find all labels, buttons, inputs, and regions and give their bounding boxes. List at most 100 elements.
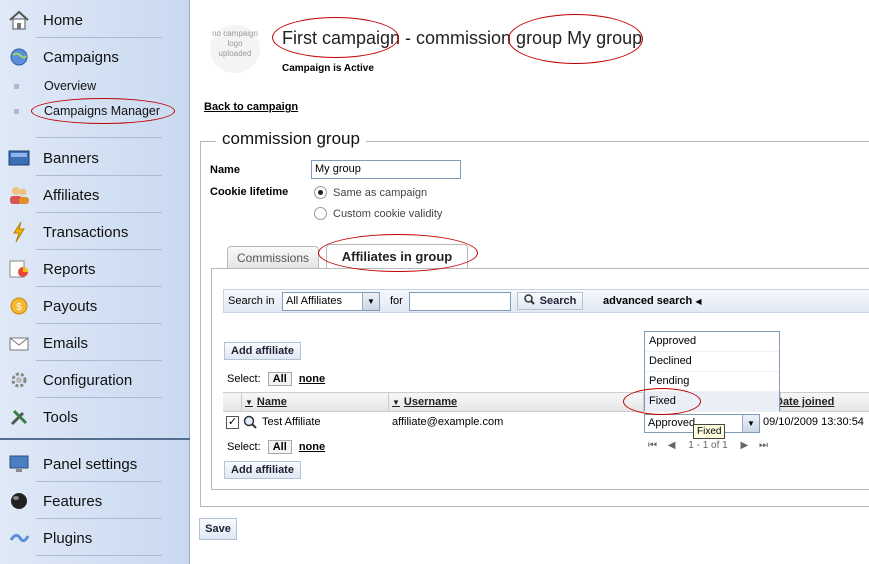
column-header-name[interactable]: ▼ Name [245, 396, 287, 408]
search-scope-value: All Affiliates [286, 295, 343, 307]
divider [36, 360, 162, 361]
search-button[interactable]: Search [517, 292, 583, 310]
back-to-campaign-link[interactable]: Back to campaign [204, 101, 298, 113]
nav-emails-label: Emails [43, 334, 89, 352]
save-button[interactable]: Save [199, 518, 237, 540]
nav-panel-settings[interactable]: Panel settings [0, 446, 170, 482]
fieldset-legend: commission group [216, 129, 366, 149]
nav-sub-overview[interactable]: Overview [0, 76, 96, 96]
nav-campaigns[interactable]: Campaigns [0, 39, 170, 75]
nav-plugins[interactable]: Plugins [0, 520, 170, 556]
nav-sub-campaigns-manager-label: Campaigns Manager [44, 104, 161, 118]
row-checkbox[interactable]: ✓ [226, 416, 239, 429]
nav-payouts-label: Payouts [43, 297, 98, 315]
chevron-down-icon[interactable]: ▼ [362, 293, 379, 310]
row-status-value: Approved [648, 417, 696, 429]
coin-icon: $ [6, 295, 32, 317]
nav-sub-overview-label: Overview [44, 79, 97, 93]
section-divider [0, 438, 190, 440]
nav-campaigns-label: Campaigns [43, 48, 119, 66]
nav-banners-label: Banners [43, 149, 99, 167]
divider [36, 175, 162, 176]
select-all-button[interactable]: All [267, 372, 292, 386]
bullet-icon [14, 83, 19, 89]
tab-affiliates-in-group[interactable]: Affiliates in group [326, 244, 468, 268]
main-content: no campaign logo uploaded First campaign… [190, 0, 869, 564]
divider [36, 249, 162, 250]
home-icon [6, 9, 32, 31]
nav-sub-campaigns-manager[interactable]: Campaigns Manager [0, 101, 160, 121]
globe-icon [6, 46, 32, 68]
search-input[interactable] [409, 292, 511, 311]
nav-transactions-label: Transactions [43, 223, 129, 241]
next-page-icon[interactable]: ▶ [741, 440, 749, 451]
select-all-button[interactable]: All [267, 440, 292, 454]
search-scope-select[interactable]: All Affiliates ▼ [282, 292, 380, 311]
add-affiliate-button[interactable]: Add affiliate [224, 342, 301, 360]
nav-reports-label: Reports [43, 260, 96, 278]
cookie-lifetime-label: Cookie lifetime [210, 186, 289, 198]
lightning-icon [6, 221, 32, 243]
column-divider [388, 393, 389, 412]
divider [36, 137, 162, 138]
divider [36, 555, 162, 556]
reports-icon [6, 258, 32, 280]
status-option-pending[interactable]: Pending [645, 372, 779, 392]
group-name-input[interactable]: My group [311, 160, 461, 179]
tab-commissions[interactable]: Commissions [227, 246, 319, 268]
search-in-label: Search in [228, 295, 275, 307]
prev-page-icon[interactable]: ◀ [668, 440, 676, 451]
magnifier-icon [523, 294, 535, 308]
row-date-joined: 09/10/2009 13:30:54 [763, 416, 864, 428]
nav-emails[interactable]: Emails [0, 325, 170, 361]
nav-tools-label: Tools [43, 408, 79, 426]
name-label: Name [210, 164, 240, 176]
status-option-approved[interactable]: Approved [645, 332, 779, 352]
nav-reports[interactable]: Reports [0, 251, 170, 287]
row-name: Test Affiliate [262, 416, 321, 428]
select-none-link[interactable]: none [299, 441, 325, 453]
nav-banners[interactable]: Banners [0, 140, 170, 176]
radio-custom-cookie[interactable] [314, 207, 327, 220]
column-header-username-label: Username [403, 396, 458, 408]
pager-info: 1 - 1 of 1 [688, 440, 728, 451]
column-header-username[interactable]: ▼ Username [392, 396, 457, 408]
divider [36, 481, 162, 482]
campaign-logo-placeholder: no campaign logo uploaded [210, 25, 260, 73]
nav-configuration-label: Configuration [43, 371, 133, 389]
monitor-icon [6, 453, 32, 475]
nav-affiliates[interactable]: Affiliates [0, 177, 170, 213]
column-header-name-label: Name [256, 396, 287, 408]
nav-home-label: Home [43, 11, 84, 29]
status-option-fixed[interactable]: Fixed [645, 392, 779, 412]
nav-features[interactable]: Features [0, 483, 170, 519]
nav-tools[interactable]: Tools [0, 399, 170, 435]
radio-custom-label: Custom cookie validity [333, 208, 443, 220]
first-page-icon[interactable]: ⏮ [648, 440, 657, 451]
status-option-declined[interactable]: Declined [645, 352, 779, 372]
nav-affiliates-label: Affiliates [43, 186, 100, 204]
svg-text:$: $ [16, 302, 22, 313]
select-none-link[interactable]: none [299, 373, 325, 385]
column-divider [241, 393, 242, 412]
envelope-icon [6, 332, 32, 354]
add-affiliate-button-bottom[interactable]: Add affiliate [224, 461, 301, 479]
nav-transactions[interactable]: Transactions [0, 214, 170, 250]
advanced-search-link[interactable]: advanced search ◀ [603, 295, 702, 307]
last-page-icon[interactable]: ⏭ [759, 440, 768, 451]
gear-icon [6, 369, 32, 391]
radio-same-label: Same as campaign [333, 187, 428, 199]
radio-same-as-campaign[interactable] [314, 186, 327, 199]
chevron-down-icon[interactable]: ▼ [742, 415, 759, 432]
nav-configuration[interactable]: Configuration [0, 362, 170, 398]
nav-features-label: Features [43, 492, 103, 510]
pager: ⏮ ◀ 1 - 1 of 1 ▶ ⏭ [648, 440, 768, 451]
divider [36, 323, 162, 324]
column-header-date-joined[interactable]: Date joined [775, 396, 834, 408]
nav-home[interactable]: Home [0, 2, 170, 38]
sort-icon: ▼ [392, 398, 400, 407]
nav-payouts[interactable]: $ Payouts [0, 288, 170, 324]
row-username: affiliate@example.com [392, 416, 504, 428]
magnifier-icon[interactable] [243, 415, 257, 432]
for-label: for [390, 295, 403, 307]
